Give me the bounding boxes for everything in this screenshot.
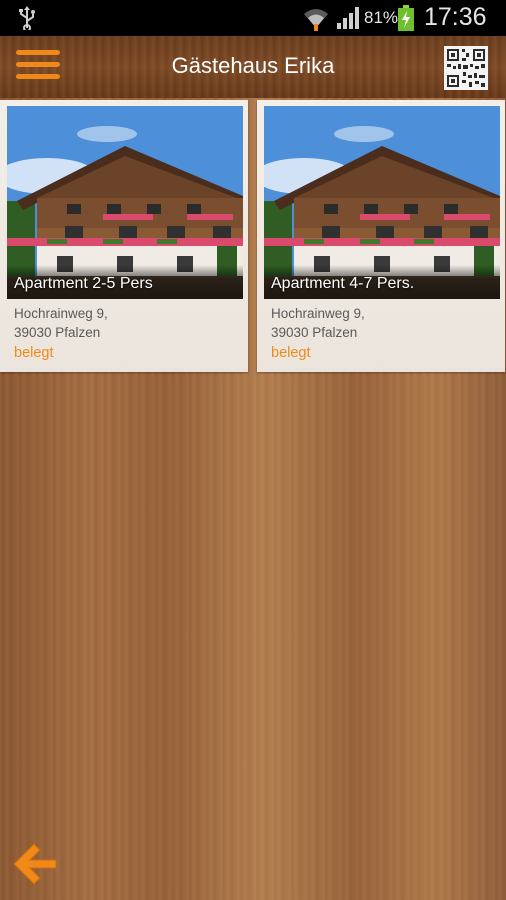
listing-title: Apartment 4-7 Pers.: [271, 275, 415, 292]
signal-icon: [337, 7, 359, 29]
usb-icon: [19, 6, 35, 30]
wifi-icon: [304, 9, 328, 31]
battery-percent: 81%: [364, 8, 399, 27]
listing-address: Hochrainweg 9, 39030 Pfalzen: [271, 304, 365, 342]
availability-status: belegt: [14, 345, 54, 361]
listing-card[interactable]: Apartment 4-7 Pers. Hochrainweg 9, 39030…: [257, 100, 505, 372]
address-line-city: 39030 Pfalzen: [271, 325, 358, 340]
address-line-city: 39030 Pfalzen: [14, 325, 101, 340]
listing-photo: Apartment 4-7 Pers.: [264, 106, 500, 299]
battery-charging-icon: [398, 5, 414, 31]
page-title: Gästehaus Erika: [171, 53, 335, 78]
availability-status: belegt: [271, 345, 311, 361]
listing-photo: Apartment 2-5 Pers: [7, 106, 243, 299]
qr-code-icon[interactable]: [444, 46, 488, 90]
app-bar: Gästehaus Erika: [0, 36, 506, 98]
address-line-street: Hochrainweg 9,: [14, 306, 108, 321]
clock: 17:36: [424, 3, 487, 31]
listing-title: Apartment 2-5 Pers: [14, 275, 153, 292]
back-arrow-icon[interactable]: [10, 840, 60, 888]
status-bar: 81% 17:36: [0, 0, 506, 36]
address-line-street: Hochrainweg 9,: [271, 306, 365, 321]
listing-card[interactable]: Apartment 2-5 Pers Hochrainweg 9, 39030 …: [0, 100, 248, 372]
listing-address: Hochrainweg 9, 39030 Pfalzen: [14, 304, 108, 342]
